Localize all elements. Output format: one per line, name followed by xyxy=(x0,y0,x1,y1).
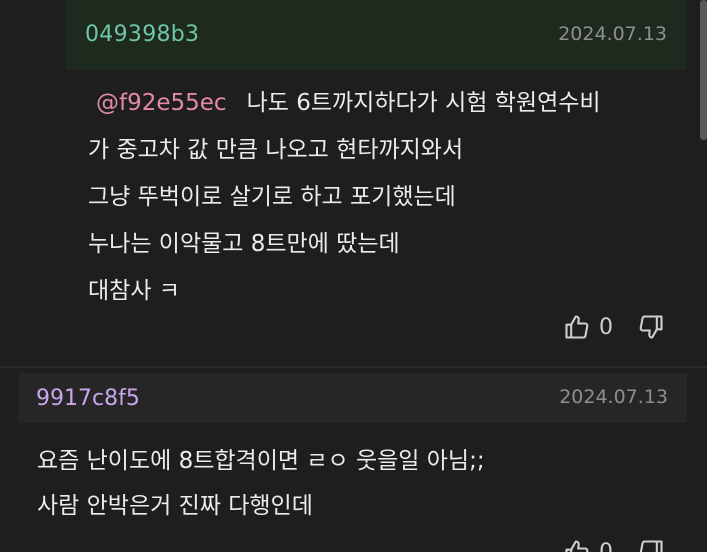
thumbs-down-icon[interactable] xyxy=(637,313,665,341)
scrollbar[interactable] xyxy=(700,0,707,140)
reply-like-count: 0 xyxy=(599,314,613,340)
reply-header: 049398b3 2024.07.13 xyxy=(66,0,686,70)
comment-line-1: 요즘 난이도에 8트합격이면 ㄹㅇ 웃을일 아님;; xyxy=(37,448,485,474)
comment-divider xyxy=(0,366,707,368)
reply-actions: 0 xyxy=(563,313,665,341)
reply-date: 2024.07.13 xyxy=(558,23,667,45)
reply-author-name[interactable]: 049398b3 xyxy=(85,22,199,47)
reply-line-5: 대참사 ㅋ xyxy=(88,278,180,304)
comment-body: 요즘 난이도에 8트합격이면 ㄹㅇ 웃을일 아님;; 사람 안박은거 진짜 다행… xyxy=(37,439,677,529)
reply-line-4: 누나는 이악물고 8트만에 땄는데 xyxy=(88,231,400,257)
comment-line-2: 사람 안박은거 진짜 다행인데 xyxy=(37,493,313,519)
mention-link[interactable]: @f92e55ec xyxy=(96,90,227,116)
thumbs-up-icon[interactable] xyxy=(563,313,591,341)
comment-thread: 049398b3 2024.07.13 @f92e55ec 나도 6트까지하다가 … xyxy=(0,0,707,552)
thumbs-down-icon[interactable] xyxy=(637,538,665,552)
reply-body: @f92e55ec 나도 6트까지하다가 시험 학원연수비 가 중고차 값 만큼 … xyxy=(88,80,678,315)
reply-line-1-text: 나도 6트까지하다가 시험 학원연수비 xyxy=(246,90,601,116)
reply-comment: 049398b3 2024.07.13 @f92e55ec 나도 6트까지하다가 … xyxy=(66,0,686,360)
thumbs-up-icon[interactable] xyxy=(563,538,591,552)
reply-line-2: 가 중고차 값 만큼 나오고 현타까지와서 xyxy=(88,137,464,163)
comment-author-name[interactable]: 9917c8f5 xyxy=(36,386,140,411)
comment-header: 9917c8f5 2024.07.13 xyxy=(18,373,687,423)
comment-date: 2024.07.13 xyxy=(559,386,668,408)
comment-actions: 0 xyxy=(563,538,665,552)
reply-line-1: @f92e55ec 나도 6트까지하다가 시험 학원연수비 xyxy=(88,80,678,127)
comment-like-count: 0 xyxy=(599,539,613,552)
reply-line-3: 그냥 뚜벅이로 살기로 하고 포기했는데 xyxy=(88,184,456,210)
